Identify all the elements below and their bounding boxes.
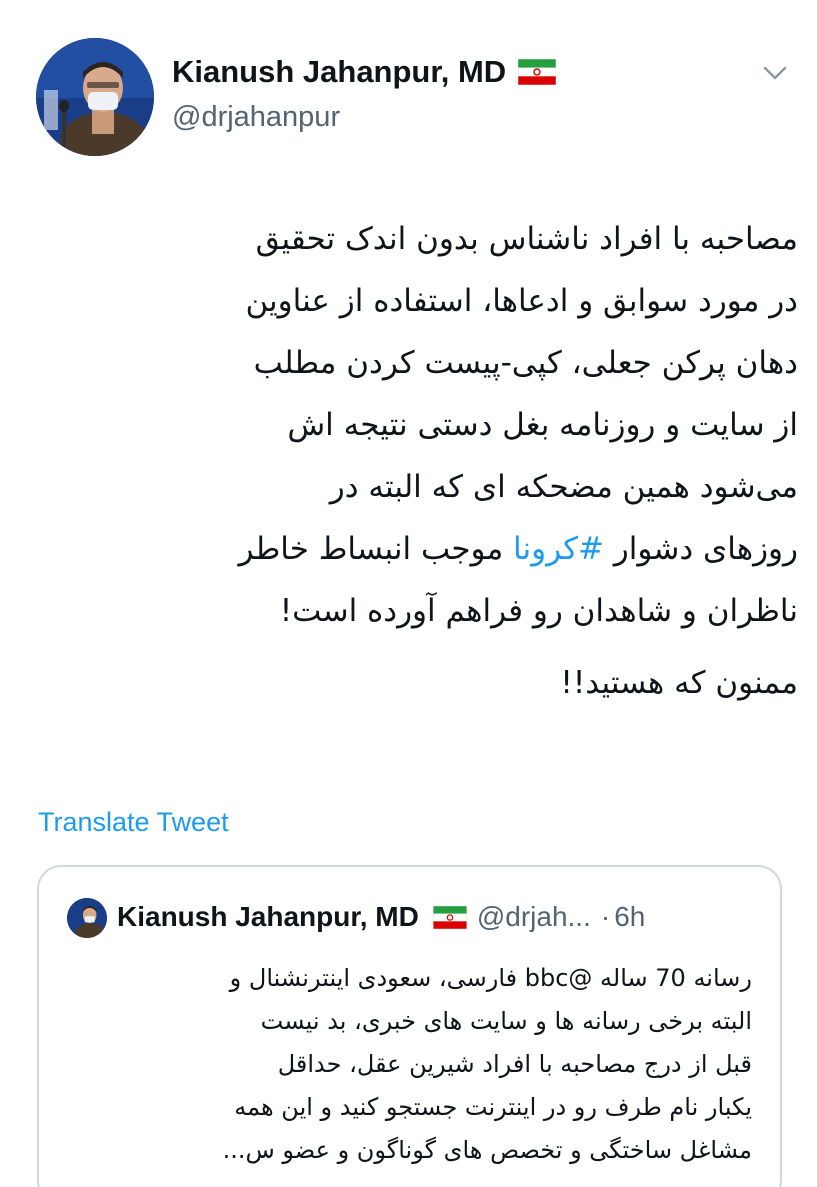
quoted-line: مشاغل ساختگی و تخصص های گوناگون و عضو س.… [222, 1136, 752, 1164]
author-name-row[interactable]: Kianush Jahanpur, MD [172, 52, 557, 92]
quoted-tweet-text: رسانه 70 ساله @bbc فارسی، سعودی اینترنشن… [69, 957, 752, 1172]
hashtag-link[interactable]: #کرونا [513, 531, 604, 567]
quoted-avatar[interactable] [67, 898, 107, 938]
iran-flag-icon [432, 905, 467, 929]
tweet-line: ناظران و شاهدان رو فراهم آورده است! [279, 593, 798, 629]
tweet-line: از سایت و روزنامه بغل دستی نتیجه اش [287, 407, 798, 443]
tweet-line: دهان پرکن جعلی، کپی-پیست کردن مطلب [253, 345, 798, 381]
quoted-line: یکبار نام طرف رو در اینترنت جستجو کنید و… [234, 1093, 752, 1121]
author-handle[interactable]: @drjahanpur [172, 98, 340, 136]
tweet-thanks-line: ممنون که هستید!! [560, 665, 798, 701]
quoted-separator: · [600, 901, 611, 932]
quoted-handle[interactable]: @drjah... [477, 897, 591, 937]
tweet-text-after-hashtag: موجب انبساط خاطر [238, 531, 514, 567]
tweet-text-before-hashtag: روزهای دشوار [603, 531, 798, 567]
tweet-line: می‌شود همین مضحکه ای که البته در [329, 469, 798, 505]
tweet-page: Kianush Jahanpur, MD @drjahanpur مصاحبه … [0, 0, 817, 1187]
quoted-line: البته برخی رسانه ها و سایت های خبری، بد … [260, 1007, 752, 1035]
tweet-line: در مورد سوابق و ادعاها، استفاده از عناوی… [245, 283, 798, 319]
quoted-timestamp[interactable]: 6h [614, 897, 645, 937]
quoted-display-name[interactable]: Kianush Jahanpur, MD [117, 897, 419, 937]
iran-flag-icon [518, 59, 557, 85]
avatar-photo [36, 38, 154, 156]
chevron-down-icon[interactable] [762, 64, 788, 82]
avatar[interactable] [36, 38, 154, 156]
quoted-line: قبل از درج مصاحبه با افراد شیرین عقل، حد… [277, 1050, 752, 1078]
translate-tweet-link[interactable]: Translate Tweet [38, 804, 229, 840]
tweet-text: مصاحبه با افراد ناشناس بدون اندک تحقیق د… [36, 208, 799, 714]
quoted-line: رسانه 70 ساله @bbc فارسی، سعودی اینترنشن… [229, 964, 752, 992]
author-display-name[interactable]: Kianush Jahanpur, MD [172, 52, 506, 92]
tweet-line-with-hashtag: روزهای دشوار #کرونا موجب انبساط خاطر [36, 518, 799, 580]
tweet-line: مصاحبه با افراد ناشناس بدون اندک تحقیق [255, 221, 798, 257]
quoted-header: Kianush Jahanpur, MD @drjah... · 6h [117, 897, 760, 937]
quoted-tweet-card[interactable]: Kianush Jahanpur, MD @drjah... · 6h رسان… [37, 865, 782, 1187]
quoted-avatar-photo [67, 898, 107, 938]
